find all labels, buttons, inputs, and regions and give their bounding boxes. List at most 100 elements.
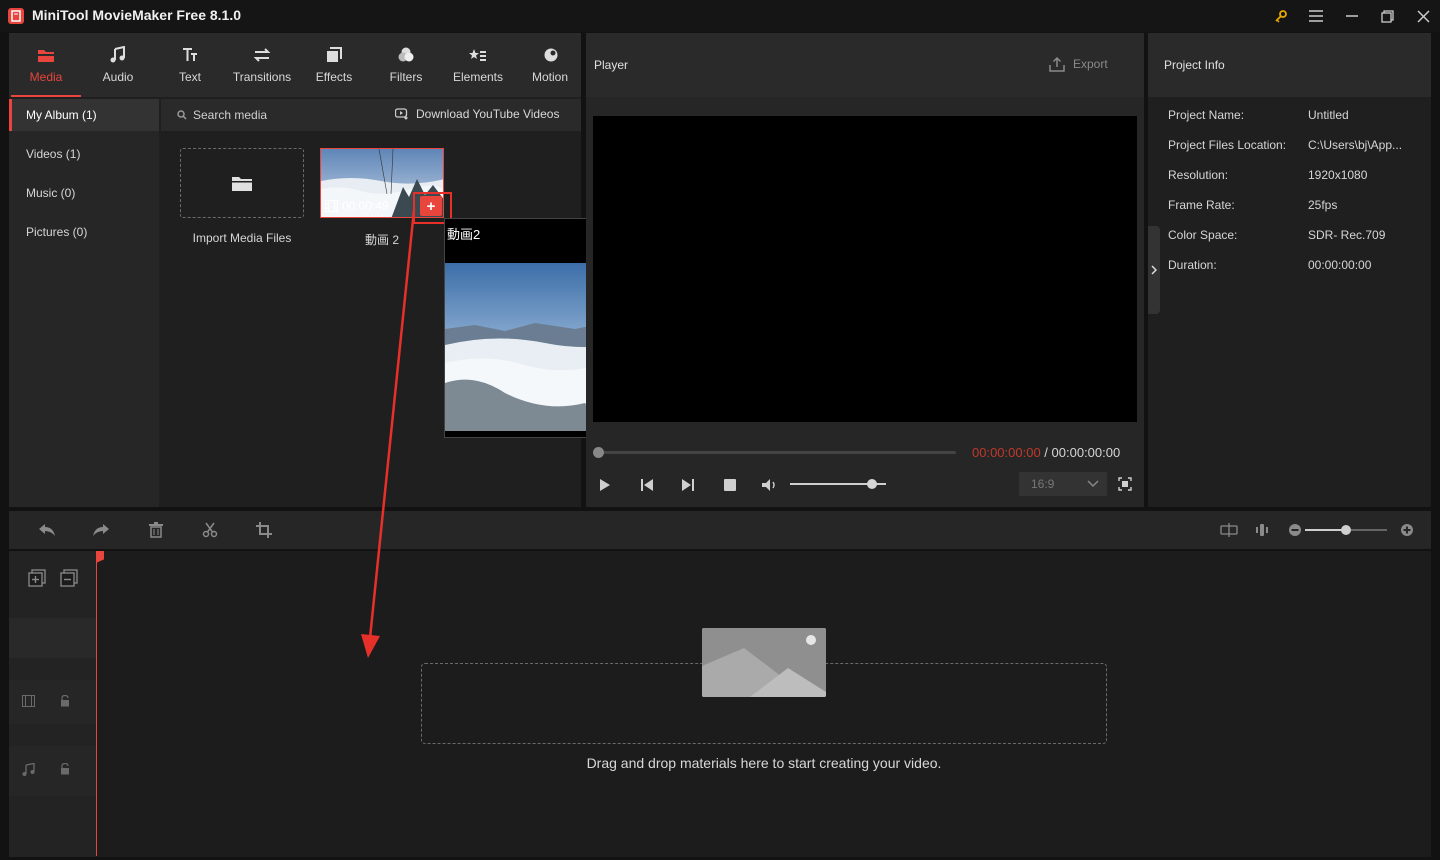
info-label: Project Name: xyxy=(1168,108,1245,122)
audio-waveform-icon xyxy=(1256,524,1268,536)
audio-track-lock-icon[interactable] xyxy=(60,762,70,778)
sidebar-item-label: Pictures (0) xyxy=(26,225,88,239)
timeline-toolbar xyxy=(9,511,1431,549)
skip-forward-icon xyxy=(682,479,694,491)
tab-label: Effects xyxy=(315,70,353,84)
volume-handle[interactable] xyxy=(866,479,877,489)
playhead-line xyxy=(96,556,97,856)
minimize-icon[interactable] xyxy=(1338,4,1366,28)
stop-button[interactable] xyxy=(721,476,739,494)
play-icon xyxy=(600,479,610,491)
tab-motion[interactable]: Motion xyxy=(515,33,585,97)
time-separator: / xyxy=(1040,445,1052,460)
undo-button[interactable] xyxy=(37,520,57,540)
export-label: Export xyxy=(1073,57,1108,71)
sidebar-item-my-album[interactable]: My Album (1) xyxy=(9,99,159,131)
media-folder-icon xyxy=(38,50,54,62)
export-button[interactable]: Export xyxy=(1049,56,1108,72)
tab-transitions[interactable]: Transitions xyxy=(227,33,297,97)
motion-icon xyxy=(544,48,558,62)
app-title: MiniTool MovieMaker Free 8.1.0 xyxy=(32,7,242,23)
redo-icon xyxy=(93,524,109,536)
trash-icon xyxy=(149,522,163,538)
tab-filters[interactable]: Filters xyxy=(371,33,441,97)
zoom-in-icon xyxy=(1401,524,1413,536)
tab-label: Elements xyxy=(452,70,504,84)
remove-track-button[interactable] xyxy=(60,569,78,590)
info-value: C:\Users\bj\App... xyxy=(1308,138,1403,152)
import-media-label: Import Media Files xyxy=(192,231,292,245)
zoom-in-button[interactable] xyxy=(1397,520,1417,540)
active-tab-indicator xyxy=(11,95,81,97)
music-note-icon xyxy=(110,46,125,63)
seek-bar[interactable] xyxy=(594,451,956,454)
scissors-icon xyxy=(202,522,218,538)
volume-icon xyxy=(762,479,775,491)
redo-button[interactable] xyxy=(91,520,111,540)
play-button[interactable] xyxy=(596,476,614,494)
tab-elements[interactable]: Elements xyxy=(443,33,513,97)
fit-icon xyxy=(1220,523,1238,537)
close-icon[interactable] xyxy=(1409,4,1437,28)
info-label: Project Files Location: xyxy=(1168,138,1287,152)
search-media-input[interactable]: Search media xyxy=(177,108,267,122)
image-placeholder-icon xyxy=(702,628,826,697)
tab-effects[interactable]: Effects xyxy=(299,33,369,97)
add-track-icon xyxy=(28,569,46,587)
effects-icon xyxy=(327,47,342,62)
info-value: 00:00:00:00 xyxy=(1308,258,1372,272)
info-value: Untitled xyxy=(1308,108,1349,122)
tab-audio[interactable]: Audio xyxy=(83,33,153,97)
tab-label: Transitions xyxy=(232,70,292,84)
chevron-down-icon xyxy=(1087,480,1099,488)
zoom-out-button[interactable] xyxy=(1285,520,1305,540)
tab-label: Text xyxy=(178,70,201,84)
collapse-panel-button[interactable] xyxy=(1148,226,1160,314)
key-icon[interactable] xyxy=(1267,4,1295,28)
info-value: 25fps xyxy=(1308,198,1338,212)
split-button[interactable] xyxy=(200,520,220,540)
next-frame-button[interactable] xyxy=(679,476,697,494)
volume-button[interactable] xyxy=(761,476,779,494)
search-placeholder: Search media xyxy=(193,108,268,122)
sidebar-item-videos[interactable]: Videos (1) xyxy=(9,138,159,170)
import-media-button[interactable] xyxy=(180,148,304,218)
sidebar-item-label: Music (0) xyxy=(26,186,76,200)
add-track-button[interactable] xyxy=(28,569,46,590)
stop-icon xyxy=(724,479,736,491)
delete-button[interactable] xyxy=(146,520,166,540)
youtube-download-icon xyxy=(395,108,408,120)
fit-timeline-button[interactable] xyxy=(1219,520,1239,540)
seek-handle[interactable] xyxy=(593,447,604,458)
sidebar-item-pictures[interactable]: Pictures (0) xyxy=(9,216,159,248)
zoom-handle[interactable] xyxy=(1341,525,1351,535)
zoom-slider-fill xyxy=(1305,529,1346,531)
info-label: Resolution: xyxy=(1168,168,1229,182)
tab-label: Audio xyxy=(102,70,134,84)
player-screen xyxy=(593,116,1137,422)
audio-detach-button[interactable] xyxy=(1252,520,1272,540)
info-value: 1920x1080 xyxy=(1308,168,1368,182)
audio-track-icon xyxy=(22,762,35,779)
restore-icon[interactable] xyxy=(1373,4,1401,28)
chevron-right-icon xyxy=(1151,265,1157,275)
sidebar-item-music[interactable]: Music (0) xyxy=(9,177,159,209)
aspect-ratio-select[interactable]: 16:9 xyxy=(1019,472,1107,496)
previous-frame-button[interactable] xyxy=(638,476,656,494)
tab-label: Filters xyxy=(389,70,423,84)
app-logo-icon xyxy=(8,8,24,24)
text-icon xyxy=(183,48,197,61)
crop-button[interactable] xyxy=(254,520,274,540)
track-header-row xyxy=(9,618,96,658)
info-label: Frame Rate: xyxy=(1168,198,1235,212)
video-track-lock-icon[interactable] xyxy=(60,694,70,710)
download-youtube-button[interactable]: Download YouTube Videos xyxy=(395,107,559,121)
player-title: Player xyxy=(594,58,629,72)
fullscreen-button[interactable] xyxy=(1117,476,1133,492)
film-icon xyxy=(325,200,338,212)
menu-icon[interactable] xyxy=(1302,4,1330,28)
transition-arrows-icon xyxy=(253,48,271,62)
drag-arrow-annotation xyxy=(361,210,416,658)
tab-media[interactable]: Media xyxy=(11,33,81,97)
tab-text[interactable]: Text xyxy=(155,33,225,97)
